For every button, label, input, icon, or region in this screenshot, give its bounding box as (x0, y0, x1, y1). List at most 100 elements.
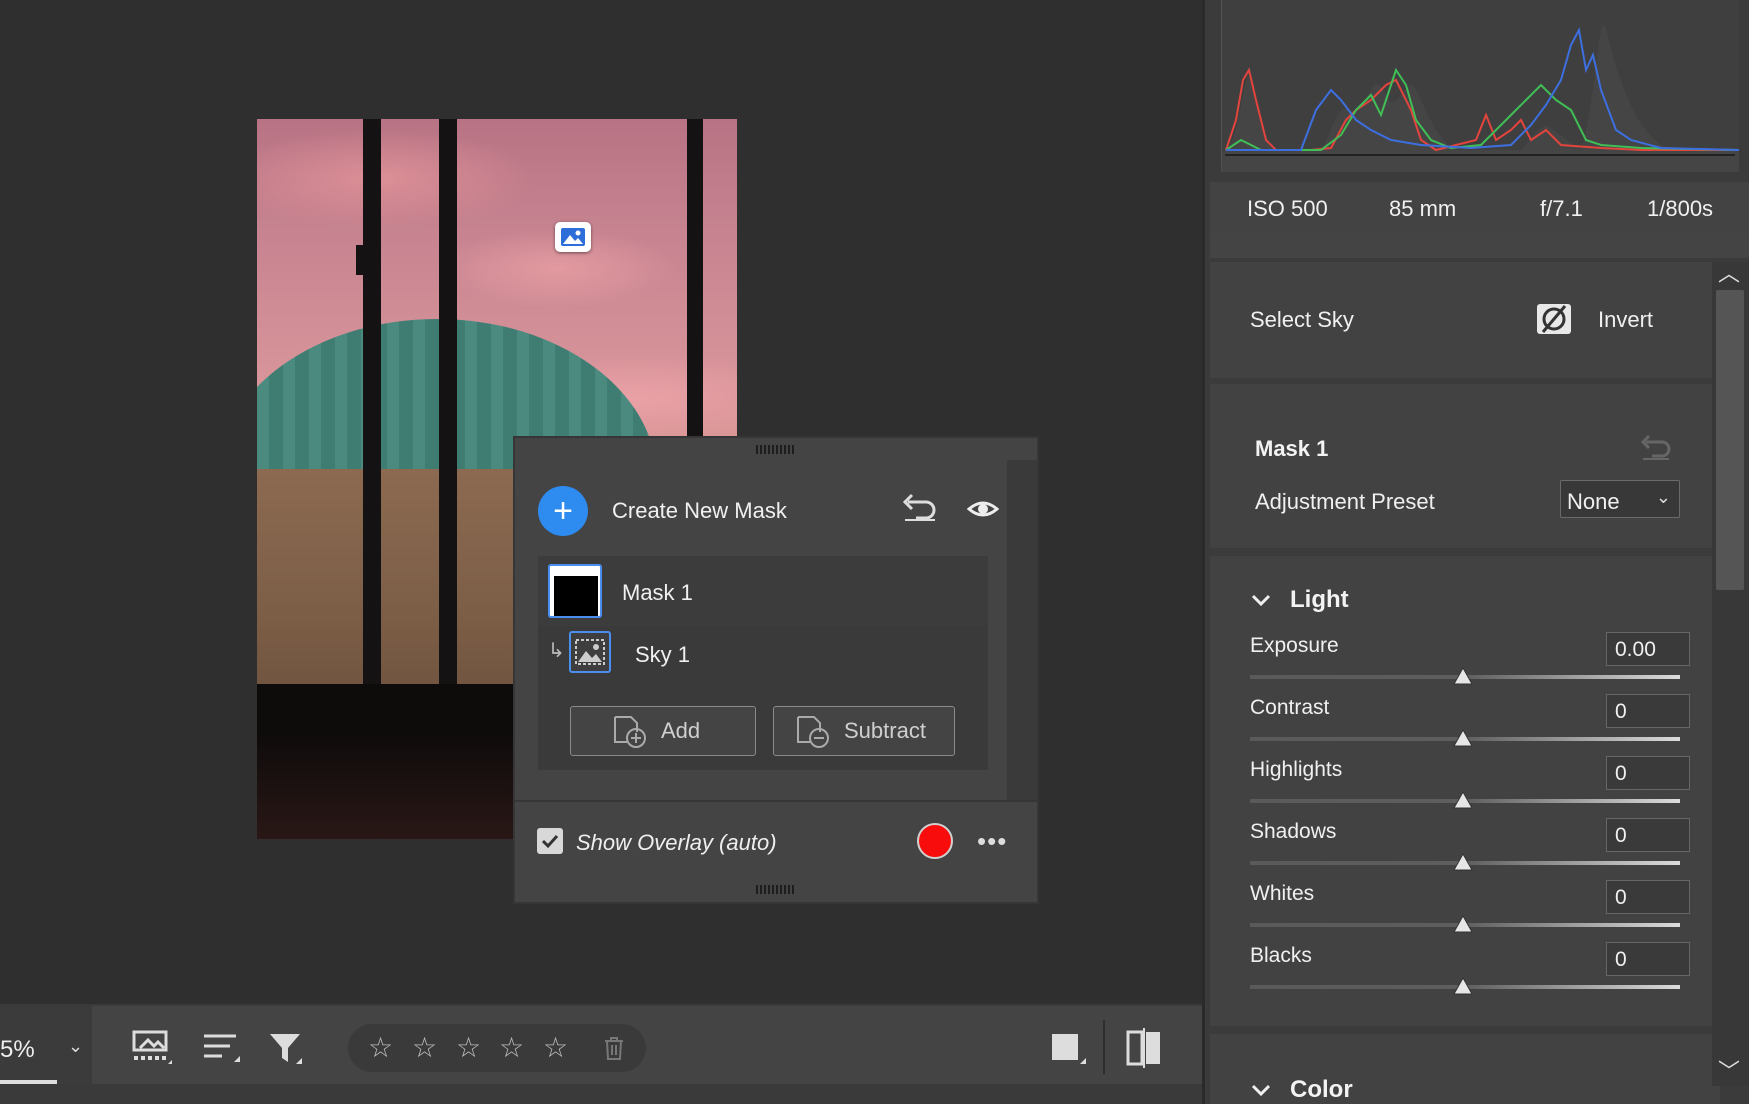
chevron-down-icon[interactable]: ⌄ (68, 1036, 83, 1057)
camera-raw-window: + Create New Mask Mask 1 ↳ Sky 1 Add Sub… (0, 0, 1749, 1104)
select-sky-label: Select Sky (1250, 307, 1354, 332)
star-icon[interactable]: ☆ (412, 1034, 437, 1062)
image-pin-icon[interactable] (555, 222, 591, 252)
slider-handle[interactable] (1453, 977, 1473, 995)
shadows-slider[interactable]: Shadows 0 (1250, 818, 1690, 880)
exif-info-bar: ISO 500 85 mm f/7.1 1/800s (1210, 182, 1749, 234)
divider (515, 800, 1037, 802)
star-icon[interactable]: ☆ (456, 1034, 481, 1062)
slider-handle[interactable] (1453, 667, 1473, 685)
slider-label: Exposure (1250, 634, 1339, 657)
image-canvas[interactable]: + Create New Mask Mask 1 ↳ Sky 1 Add Sub… (0, 0, 1202, 1004)
slider-label: Contrast (1250, 696, 1330, 719)
trash-icon[interactable] (602, 1035, 626, 1061)
bottom-toolbar: 5% ⌄ ☆ ☆ ☆ ☆ ☆ (0, 1004, 1202, 1086)
overlay-color-swatch[interactable] (917, 823, 953, 859)
window-bar (356, 245, 366, 275)
aperture-value: f/7.1 (1540, 196, 1583, 221)
sort-icon[interactable] (200, 1028, 244, 1068)
adjustment-preset-select[interactable]: None ⌄ (1560, 480, 1680, 518)
whites-slider[interactable]: Whites 0 (1250, 880, 1690, 942)
slider-value-input[interactable]: 0 (1606, 694, 1690, 728)
crop-view-icon[interactable] (1050, 1028, 1094, 1068)
show-overlay-label[interactable]: Show Overlay (auto) (576, 830, 777, 856)
more-icon[interactable]: ••• (977, 826, 1007, 857)
highlights-slider[interactable]: Highlights 0 (1250, 756, 1690, 818)
adjustment-preset-label: Adjustment Preset (1255, 489, 1435, 514)
mask-name[interactable]: Mask 1 (622, 580, 693, 606)
add-button[interactable]: Add (570, 706, 756, 756)
zoom-value[interactable]: 5% (0, 1036, 35, 1064)
slider-label: Blacks (1250, 944, 1312, 967)
invert-icon[interactable] (1535, 302, 1573, 336)
slider-value-input[interactable]: 0 (1606, 942, 1690, 976)
exposure-slider[interactable]: Exposure 0.00 (1250, 632, 1690, 694)
toolbar-divider (1103, 1020, 1105, 1074)
panel-scrollbar-thumb[interactable] (1716, 290, 1744, 590)
star-icon[interactable]: ☆ (368, 1034, 393, 1062)
slider-handle[interactable] (1453, 853, 1473, 871)
mask-thumbnail-shape (554, 576, 598, 616)
reset-icon[interactable] (1640, 432, 1672, 462)
drag-handle-top[interactable] (756, 445, 796, 454)
filter-icon[interactable] (266, 1028, 310, 1068)
masks-panel[interactable]: + Create New Mask Mask 1 ↳ Sky 1 Add Sub… (513, 436, 1039, 904)
mask-thumbnail[interactable] (548, 564, 602, 618)
chevron-down-icon: ⌄ (1655, 487, 1671, 507)
masks-scrollbar[interactable] (1007, 460, 1037, 800)
slider-value-input[interactable]: 0 (1606, 880, 1690, 914)
star-rating[interactable]: ☆ ☆ ☆ ☆ ☆ (348, 1024, 646, 1072)
window-bar (363, 119, 381, 729)
window-bar (439, 119, 457, 729)
window-bar (687, 119, 703, 439)
chevron-down-icon (1251, 594, 1271, 607)
slider-value-input[interactable]: 0 (1606, 756, 1690, 790)
shutter-speed-value: 1/800s (1647, 196, 1714, 221)
select-sky-section: Select Sky Invert (1210, 262, 1720, 378)
slider-handle[interactable] (1453, 729, 1473, 747)
slider-handle[interactable] (1453, 791, 1473, 809)
light-section-header[interactable]: Light (1250, 586, 1349, 614)
color-title: Color (1290, 1076, 1353, 1103)
checkbox-icon (541, 834, 559, 849)
subtract-label: Subtract (844, 718, 926, 743)
subtract-button[interactable]: Subtract (773, 706, 955, 756)
undo-icon[interactable] (902, 492, 938, 524)
filmstrip-icon[interactable] (130, 1028, 174, 1068)
blacks-slider[interactable]: Blacks 0 (1250, 942, 1690, 1004)
zoom-control[interactable]: 5% ⌄ (0, 1006, 92, 1086)
slider-handle[interactable] (1453, 915, 1473, 933)
histogram[interactable] (1220, 0, 1740, 172)
slider-value-input[interactable]: 0 (1606, 818, 1690, 852)
eye-icon[interactable] (967, 494, 999, 524)
focal-length-value: 85 mm (1389, 196, 1457, 221)
component-name[interactable]: Sky 1 (635, 642, 690, 668)
sub-item-arrow-icon: ↳ (548, 640, 565, 662)
show-overlay-checkbox[interactable] (537, 828, 563, 854)
slider-label: Highlights (1250, 758, 1343, 781)
sky-component-thumbnail[interactable] (569, 631, 611, 673)
chevron-up-icon[interactable]: ︿ (1718, 256, 1740, 288)
chevron-down-icon[interactable]: ﹀ (1718, 1054, 1740, 1086)
slider-label: Whites (1250, 882, 1315, 905)
divider (1210, 234, 1749, 258)
mask-adjustments-panel: Select Sky Invert Mask 1 Adjustment Pres… (1210, 262, 1720, 1104)
mask-item[interactable]: Mask 1 (538, 556, 988, 626)
color-section-header[interactable]: Color (1250, 1076, 1353, 1104)
light-title: Light (1290, 586, 1349, 613)
mask-list: Mask 1 ↳ Sky 1 Add Subtract (538, 556, 988, 770)
star-icon[interactable]: ☆ (499, 1034, 524, 1062)
add-label: Add (661, 718, 701, 743)
create-new-mask-button[interactable]: + (538, 486, 588, 536)
star-icon[interactable]: ☆ (543, 1034, 568, 1062)
contrast-slider[interactable]: Contrast 0 (1250, 694, 1690, 756)
edit-panel: ISO 500 85 mm f/7.1 1/800s Select Sky In… (1202, 0, 1749, 1104)
invert-label[interactable]: Invert (1598, 307, 1653, 333)
subtract-mask-icon (797, 716, 829, 748)
color-section: Color (1210, 1034, 1720, 1104)
slider-label: Shadows (1250, 820, 1337, 843)
drag-handle-bottom[interactable] (756, 885, 796, 894)
slider-value-input[interactable]: 0.00 (1606, 632, 1690, 666)
compare-icon[interactable] (1124, 1028, 1168, 1068)
create-new-mask-label[interactable]: Create New Mask (612, 498, 787, 524)
